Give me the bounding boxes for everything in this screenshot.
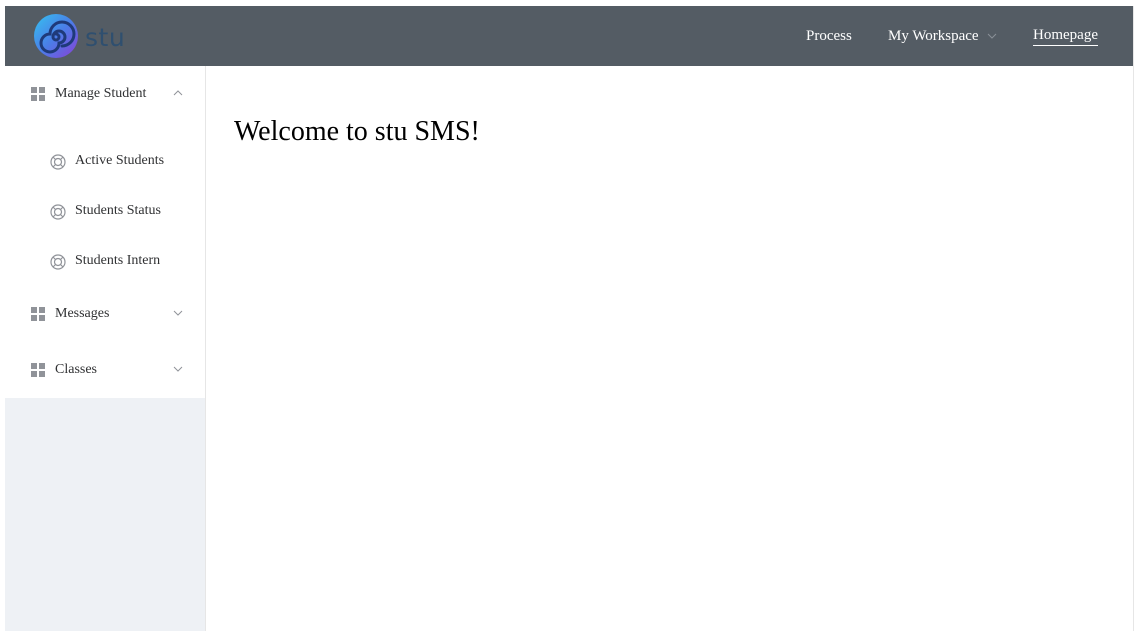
nav-my-workspace[interactable]: My Workspace [888,6,997,66]
lifebuoy-icon [50,154,66,170]
lifebuoy-icon [50,254,66,270]
chevron-down-icon [173,366,183,372]
nav-homepage-label: Homepage [1033,27,1098,46]
lifebuoy-icon [50,204,66,220]
welcome-heading: Welcome to stu SMS! [234,116,480,147]
menu-item-label: Students Intern [75,253,161,268]
sidebar: Manage Student Active Students Students … [5,66,206,631]
menu-item-students-status[interactable]: Students Status [5,186,205,236]
grid-menu-icon [31,307,45,321]
nav-process[interactable]: Process [806,6,852,66]
window-border [1133,6,1134,631]
chevron-down-icon [173,310,183,316]
menu-item-active-students[interactable]: Active Students [5,136,205,186]
menu-item-label: Students Status [75,203,161,218]
manage-student-submenu: Active Students Students Status Students… [5,122,205,286]
app-window: stu Process My Workspace Homepage Manage… [5,6,1134,631]
nav-workspace-label: My Workspace [888,27,979,44]
menu-classes-label: Classes [55,362,97,377]
nav-process-label: Process [806,27,852,44]
sidebar-menu: Manage Student Active Students Students … [5,66,205,398]
chevron-up-icon [173,90,183,96]
menu-item-label: Active Students [75,153,165,168]
menu-classes[interactable]: Classes [5,342,205,398]
grid-menu-icon [31,87,45,101]
grid-menu-icon [31,363,45,377]
menu-item-students-intern[interactable]: Students Intern [5,236,205,286]
menu-manage-student-label: Manage Student [55,86,147,101]
top-navbar: stu Process My Workspace Homepage [5,6,1134,66]
app-logo[interactable]: stu [33,13,125,59]
spiral-logo-icon [34,14,78,58]
menu-messages[interactable]: Messages [5,286,205,342]
chevron-down-icon [987,33,996,39]
main-content: Welcome to stu SMS! [206,66,1134,631]
nav-homepage[interactable]: Homepage [1033,6,1098,66]
logo-text: stu [85,22,126,52]
menu-messages-label: Messages [55,306,110,321]
menu-manage-student[interactable]: Manage Student [5,66,205,122]
